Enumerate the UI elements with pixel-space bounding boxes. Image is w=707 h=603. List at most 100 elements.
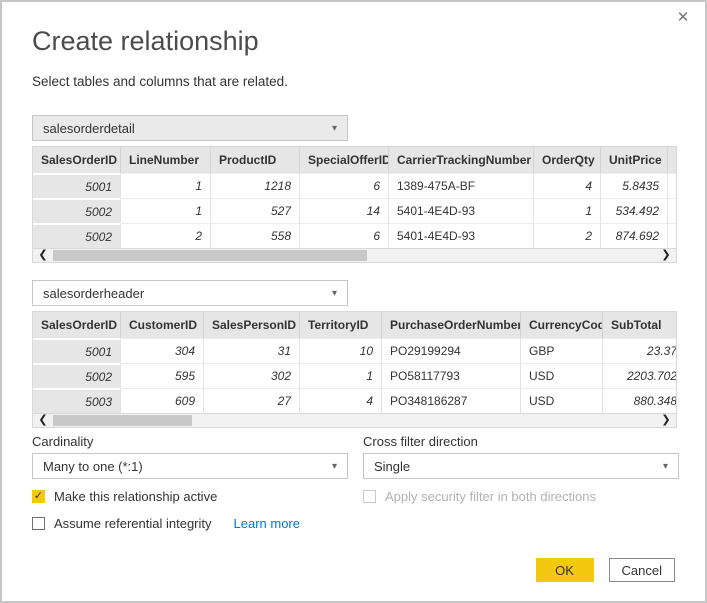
table-header-row: SalesOrderIDLineNumberProductIDSpecialOf…: [33, 147, 677, 173]
scroll-left-icon[interactable]: ❮: [33, 249, 53, 262]
column-header[interactable]: CurrencyCode: [521, 312, 603, 338]
scrollbar-thumb[interactable]: [53, 415, 192, 426]
table-row[interactable]: 50011121861389-475A-BF45.8435: [33, 173, 677, 198]
column-header[interactable]: U: [668, 147, 677, 173]
table-cell: GBP: [521, 338, 603, 363]
column-header[interactable]: SpecialOfferID: [300, 147, 389, 173]
table-cell: 534.492: [601, 198, 668, 223]
table-cell: 5401-4E4D-93: [389, 198, 534, 223]
referential-integrity-option[interactable]: Assume referential integrity Learn more: [32, 516, 348, 531]
table-row[interactable]: 50025953021PO58117793USD2203.702: [33, 363, 677, 388]
column-header[interactable]: LineNumber: [121, 147, 211, 173]
cardinality-value: Many to one (*:1): [43, 459, 143, 474]
table-cell: 558: [211, 223, 300, 248]
table-cell: 6: [300, 223, 389, 248]
table-cell: 609: [121, 388, 204, 413]
table-row[interactable]: 5002255865401-4E4D-932874.692: [33, 223, 677, 248]
column-header[interactable]: TerritoryID: [300, 312, 382, 338]
chevron-down-icon: ▾: [332, 288, 337, 299]
column-header[interactable]: SalesOrderID: [33, 312, 121, 338]
table-cell: 1218: [211, 173, 300, 198]
chevron-down-icon: ▾: [332, 461, 337, 472]
table-cell: 1389-475A-BF: [389, 173, 534, 198]
table2-preview: SalesOrderIDCustomerIDSalesPersonIDTerri…: [32, 311, 677, 428]
make-active-label: Make this relationship active: [54, 489, 217, 504]
table-cell: 1: [121, 173, 211, 198]
close-icon[interactable]: ✕: [673, 8, 693, 28]
table-cell: [668, 173, 677, 198]
table-cell: 5002: [33, 223, 121, 248]
table1-hscrollbar[interactable]: ❮ ❯: [32, 248, 677, 263]
table-cell: 874.692: [601, 223, 668, 248]
scroll-right-icon[interactable]: ❯: [656, 414, 676, 427]
table-cell: 31: [204, 338, 300, 363]
table-cell: 1: [121, 198, 211, 223]
table-cell: 23.37: [603, 338, 677, 363]
cardinality-label: Cardinality: [32, 434, 348, 449]
table-row[interactable]: 50021527145401-4E4D-931534.492: [33, 198, 677, 223]
table-cell: 5002: [33, 198, 121, 223]
table-cell: PO58117793: [382, 363, 521, 388]
table-cell: 5001: [33, 173, 121, 198]
scroll-right-icon[interactable]: ❯: [656, 249, 676, 262]
table-cell: 5001: [33, 338, 121, 363]
table2-hscrollbar[interactable]: ❮ ❯: [32, 413, 677, 428]
dialog-subtitle: Select tables and columns that are relat…: [32, 74, 675, 89]
security-filter-checkbox: [363, 490, 376, 503]
make-active-option[interactable]: ✓ Make this relationship active: [32, 489, 348, 504]
column-header[interactable]: SalesPersonID: [204, 312, 300, 338]
scroll-left-icon[interactable]: ❮: [33, 414, 53, 427]
cross-filter-label: Cross filter direction: [363, 434, 679, 449]
chevron-down-icon: ▾: [663, 461, 668, 472]
table-row[interactable]: 50013043110PO29199294GBP23.37: [33, 338, 677, 363]
table1-select-value: salesorderdetail: [43, 121, 135, 136]
table-cell: 10: [300, 338, 382, 363]
column-header[interactable]: PurchaseOrderNumber: [382, 312, 521, 338]
table-cell: [668, 198, 677, 223]
column-header[interactable]: SubTotal: [603, 312, 677, 338]
create-relationship-dialog: ✕ Create relationship Select tables and …: [0, 0, 707, 603]
security-filter-option: Apply security filter in both directions: [363, 489, 679, 504]
column-header[interactable]: ProductID: [211, 147, 300, 173]
table-cell: 5.8435: [601, 173, 668, 198]
table-cell: 14: [300, 198, 389, 223]
table-cell: 4: [534, 173, 601, 198]
table-cell: PO29199294: [382, 338, 521, 363]
table-cell: 595: [121, 363, 204, 388]
column-header[interactable]: OrderQty: [534, 147, 601, 173]
table-cell: 4: [300, 388, 382, 413]
cancel-button[interactable]: Cancel: [609, 558, 675, 582]
table-cell: 5401-4E4D-93: [389, 223, 534, 248]
learn-more-link[interactable]: Learn more: [234, 516, 300, 531]
chevron-down-icon: ▾: [332, 123, 337, 134]
table2-select-value: salesorderheader: [43, 286, 144, 301]
cardinality-select[interactable]: Many to one (*:1) ▾: [32, 453, 348, 479]
column-header[interactable]: CarrierTrackingNumber: [389, 147, 534, 173]
cross-filter-select[interactable]: Single ▾: [363, 453, 679, 479]
scrollbar-track[interactable]: [53, 250, 656, 261]
table2-select[interactable]: salesorderheader ▾: [32, 280, 348, 306]
table-cell: 6: [300, 173, 389, 198]
referential-integrity-label: Assume referential integrity: [54, 516, 212, 531]
table-cell: 2: [534, 223, 601, 248]
table-cell: PO348186287: [382, 388, 521, 413]
referential-integrity-checkbox[interactable]: [32, 517, 45, 530]
column-header[interactable]: SalesOrderID: [33, 147, 121, 173]
table-cell: USD: [521, 388, 603, 413]
table-cell: 1: [534, 198, 601, 223]
column-header[interactable]: CustomerID: [121, 312, 204, 338]
column-header[interactable]: UnitPrice: [601, 147, 668, 173]
table-cell: 880.348: [603, 388, 677, 413]
scrollbar-thumb[interactable]: [53, 250, 367, 261]
table-cell: [668, 223, 677, 248]
table1-select[interactable]: salesorderdetail ▾: [32, 115, 348, 141]
scrollbar-track[interactable]: [53, 415, 656, 426]
table-cell: 2: [121, 223, 211, 248]
make-active-checkbox[interactable]: ✓: [32, 490, 45, 503]
cross-filter-value: Single: [374, 459, 410, 474]
table-cell: USD: [521, 363, 603, 388]
table-cell: 527: [211, 198, 300, 223]
table-row[interactable]: 5003609274PO348186287USD880.348: [33, 388, 677, 413]
ok-button[interactable]: OK: [536, 558, 594, 582]
table1-grid: SalesOrderIDLineNumberProductIDSpecialOf…: [32, 146, 677, 248]
